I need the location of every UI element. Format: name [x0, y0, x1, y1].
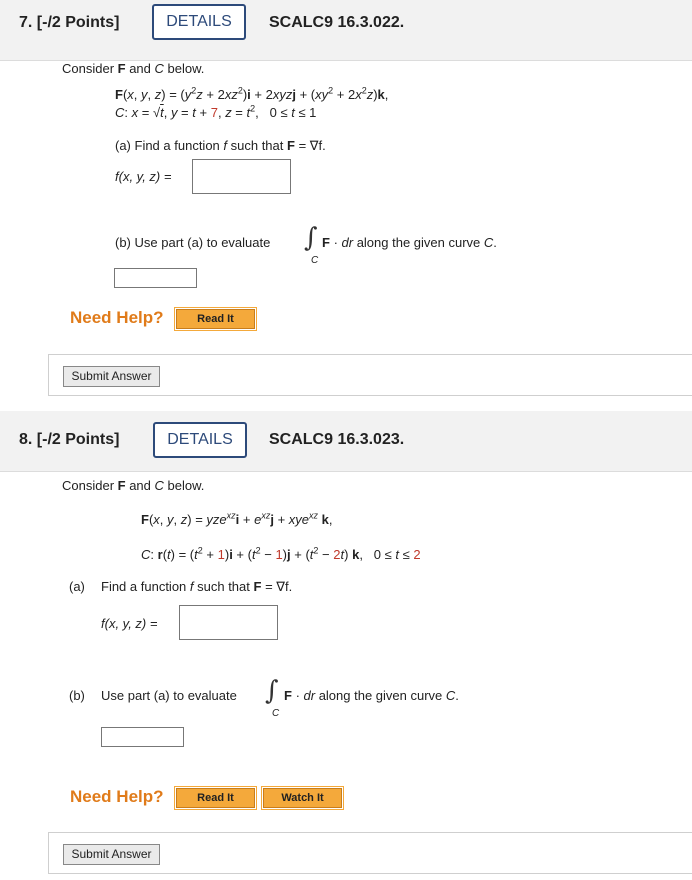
q8-number: 8. [-/2 Points] — [19, 431, 120, 448]
q8-vector-field: F(x, y, z) = yzexzi + exzj + xyexz k, — [141, 510, 333, 527]
q8-watch-it-button[interactable]: Watch It — [261, 786, 344, 810]
q7-read-it-button[interactable]: Read It — [174, 307, 257, 331]
q8-integral-sub: C — [272, 708, 280, 719]
q7-details-button[interactable]: DETAILS — [152, 4, 246, 40]
q7-part-b: (b) Use part (a) to evaluate — [115, 235, 271, 250]
q7-intro: Consider F and C below. — [62, 61, 205, 76]
q8-part-b-rest: F · dr along the given curve C. — [284, 688, 459, 703]
q8-part-b-label: (b) — [69, 688, 85, 703]
q8-part-b: Use part (a) to evaluate — [101, 688, 237, 703]
q7-header: 7. [-/2 Points] DETAILS SCALC9 16.3.022. — [0, 0, 692, 61]
q7-f-label: f(x, y, z) = — [115, 169, 172, 184]
q7-part-a: (a) Find a function f such that F = ∇f. — [115, 138, 326, 153]
q8-read-it-button[interactable]: Read It — [174, 786, 257, 810]
q7-number: 7. [-/2 Points] — [19, 14, 120, 31]
q8-need-help: Need Help? — [70, 787, 164, 806]
q8-details-button[interactable]: DETAILS — [153, 422, 247, 458]
q8-part-a-label: (a) — [69, 579, 85, 594]
q7-f-input[interactable] — [192, 159, 291, 194]
q7-need-help: Need Help? — [70, 308, 164, 327]
q8-curve: C: r(t) = (t2 + 1)i + (t2 − 1)j + (t2 − … — [141, 545, 421, 562]
q7-part-b-rest: F · dr along the given curve C. — [322, 235, 497, 250]
q7-submit-button[interactable]: Submit Answer — [63, 366, 160, 387]
q8-integral-input[interactable] — [101, 727, 184, 747]
q8-integral-icon: ∫ — [265, 676, 279, 706]
q7-integral-input[interactable] — [114, 268, 197, 288]
q8-part-a: Find a function f such that F = ∇f. — [101, 579, 293, 594]
q8-submit-button[interactable]: Submit Answer — [63, 844, 160, 865]
q8-intro: Consider F and C below. — [62, 478, 205, 493]
q8-header: 8. [-/2 Points] DETAILS SCALC9 16.3.023. — [0, 411, 692, 472]
q8-f-input[interactable] — [179, 605, 278, 640]
q7-integral-icon: ∫ — [304, 223, 318, 253]
q7-vector-field: F(x, y, z) = (y2z + 2xz2)i + 2xyzj + (xy… — [115, 85, 389, 102]
q7-curve: C: x = √t, y = t + 7, z = t2, 0 ≤ t ≤ 1 — [115, 103, 317, 120]
q7-code: SCALC9 16.3.022. — [269, 14, 405, 31]
q8-f-label: f(x, y, z) = — [101, 616, 158, 631]
q8-code: SCALC9 16.3.023. — [269, 431, 405, 448]
q7-integral-sub: C — [311, 255, 319, 266]
